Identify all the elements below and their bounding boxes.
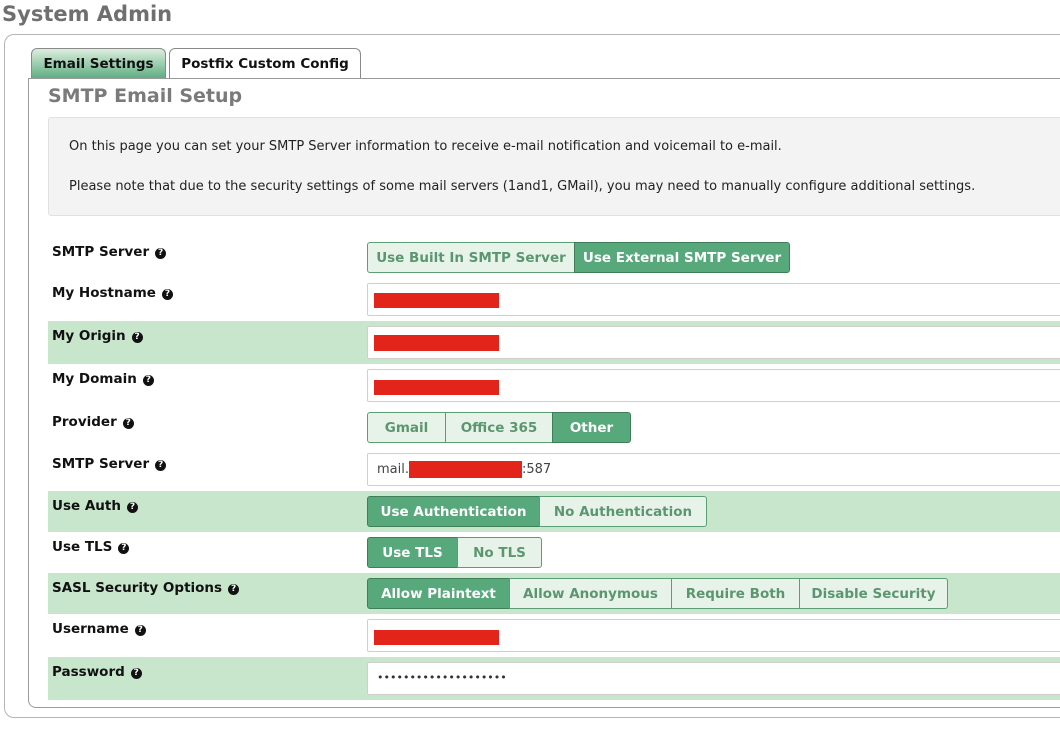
allow-anonymous-button[interactable]: Allow Anonymous — [509, 578, 672, 609]
label-text: SMTP Server — [52, 244, 150, 260]
redaction-mark — [374, 293, 499, 308]
disable-security-button[interactable]: Disable Security — [799, 578, 948, 609]
info-text-2: Please note that due to the security set… — [69, 179, 976, 194]
label-smtp-server-mode: SMTP Server? — [52, 244, 167, 260]
password-mask: •••••••••••••••••••• — [377, 671, 507, 684]
smtp-host-prefix: mail. — [377, 462, 409, 477]
use-external-smtp-button[interactable]: Use External SMTP Server — [574, 242, 790, 273]
redaction-mark — [374, 380, 499, 395]
tab-email-settings[interactable]: Email Settings — [31, 48, 166, 78]
provider-group: Gmail Office 365 Other — [367, 412, 631, 443]
help-icon[interactable]: ? — [155, 248, 167, 259]
label-text: Username — [52, 621, 129, 637]
label-sasl-security: SASL Security Options? — [52, 580, 240, 596]
provider-office365-button[interactable]: Office 365 — [445, 412, 553, 443]
label-text: My Origin — [52, 328, 126, 344]
allow-plaintext-button[interactable]: Allow Plaintext — [367, 578, 510, 609]
label-text: SMTP Server — [52, 456, 150, 472]
label-text: Use Auth — [52, 498, 121, 514]
use-tls-button[interactable]: Use TLS — [367, 537, 458, 568]
my-hostname-input[interactable] — [367, 283, 1060, 316]
smtp-server-host-input[interactable]: mail. :587 — [367, 453, 1060, 486]
label-use-tls: Use TLS? — [52, 539, 130, 555]
help-icon[interactable]: ? — [130, 668, 142, 679]
use-auth-group: Use Authentication No Authentication — [367, 496, 707, 527]
use-built-in-smtp-button[interactable]: Use Built In SMTP Server — [367, 242, 575, 273]
label-provider: Provider? — [52, 414, 134, 430]
redaction-mark — [374, 335, 499, 351]
require-both-button[interactable]: Require Both — [671, 578, 800, 609]
row-use-tls: Use TLS? — [48, 532, 1060, 573]
my-origin-input[interactable] — [367, 326, 1060, 359]
help-icon[interactable]: ? — [155, 460, 167, 471]
password-input[interactable]: •••••••••••••••••••• — [367, 662, 1060, 695]
label-my-domain: My Domain? — [52, 371, 154, 387]
help-icon[interactable]: ? — [134, 625, 146, 636]
label-my-origin: My Origin? — [52, 328, 143, 344]
provider-other-button[interactable]: Other — [552, 412, 631, 443]
smtp-host-suffix: :587 — [522, 462, 552, 477]
label-text: My Domain — [52, 371, 137, 387]
label-text: Password — [52, 664, 125, 680]
label-smtp-server-host: SMTP Server? — [52, 456, 167, 472]
sasl-security-group: Allow Plaintext Allow Anonymous Require … — [367, 578, 948, 609]
label-text: My Hostname — [52, 285, 156, 301]
help-icon[interactable]: ? — [118, 543, 130, 554]
page-title: System Admin — [2, 2, 173, 26]
redaction-mark — [409, 461, 522, 478]
help-icon[interactable]: ? — [142, 375, 154, 386]
my-domain-input[interactable] — [367, 369, 1060, 402]
help-icon[interactable]: ? — [126, 502, 138, 513]
no-authentication-button[interactable]: No Authentication — [539, 496, 707, 527]
label-use-auth: Use Auth? — [52, 498, 138, 514]
label-my-hostname: My Hostname? — [52, 285, 173, 301]
tab-postfix-custom-config[interactable]: Postfix Custom Config — [169, 48, 361, 78]
info-text-1: On this page you can set your SMTP Serve… — [69, 139, 782, 154]
smtp-server-mode-group: Use Built In SMTP Server Use External SM… — [367, 242, 790, 273]
use-tls-group: Use TLS No TLS — [367, 537, 542, 568]
help-icon[interactable]: ? — [228, 584, 240, 595]
section-title: SMTP Email Setup — [48, 85, 243, 107]
provider-gmail-button[interactable]: Gmail — [367, 412, 446, 443]
label-text: Provider — [52, 414, 117, 430]
help-icon[interactable]: ? — [122, 418, 134, 429]
no-tls-button[interactable]: No TLS — [457, 537, 542, 568]
label-text: Use TLS — [52, 539, 113, 555]
info-box: On this page you can set your SMTP Serve… — [48, 117, 1060, 216]
use-authentication-button[interactable]: Use Authentication — [367, 496, 540, 527]
label-username: Username? — [52, 621, 146, 637]
help-icon[interactable]: ? — [161, 289, 173, 300]
help-icon[interactable]: ? — [131, 332, 143, 343]
label-password: Password? — [52, 664, 142, 680]
username-input[interactable] — [367, 619, 1060, 652]
redaction-mark — [374, 630, 499, 645]
label-text: SASL Security Options — [52, 580, 223, 596]
